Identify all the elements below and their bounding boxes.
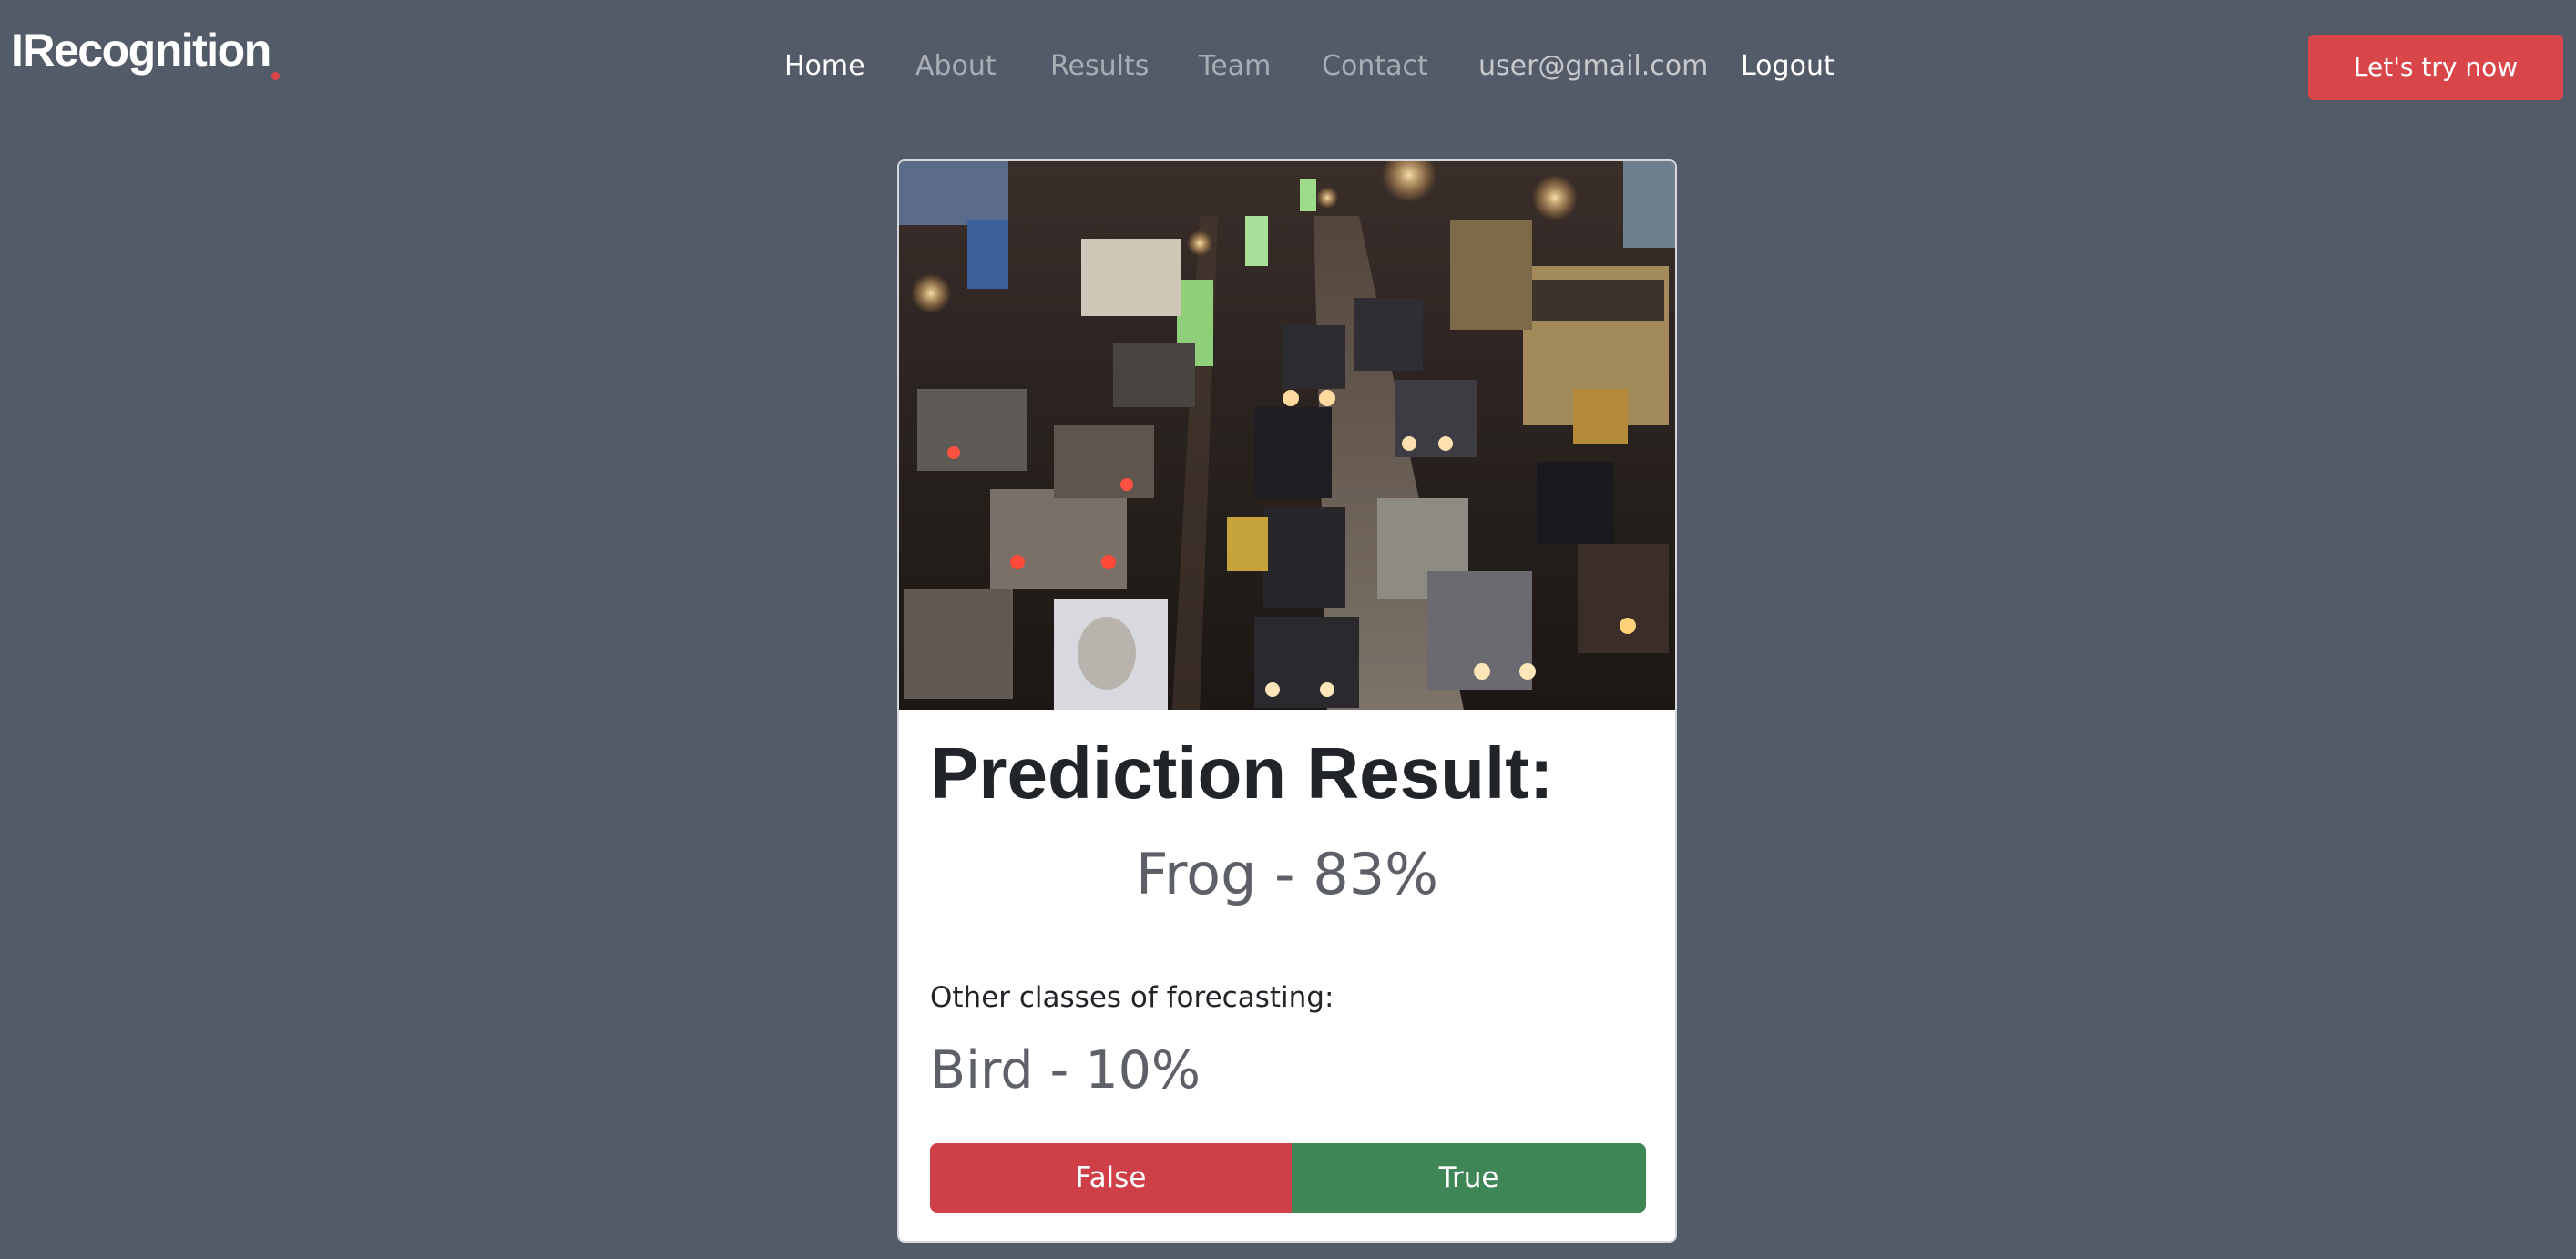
main-prediction: Frog - 83% — [1135, 841, 1439, 907]
other-classes-label: Other classes of forecasting: — [930, 981, 1334, 1014]
nav-user-email[interactable]: user@gmail.com — [1478, 44, 1708, 89]
nav-about[interactable]: About — [915, 44, 997, 89]
lets-try-now-button[interactable]: Let's try now — [2308, 35, 2563, 100]
feedback-button-group: False True — [930, 1143, 1646, 1213]
true-button[interactable]: True — [1292, 1143, 1646, 1213]
nav-contact[interactable]: Contact — [1322, 44, 1428, 89]
nav-logout[interactable]: Logout — [1741, 44, 1835, 89]
uploaded-image — [899, 161, 1675, 710]
other-prediction: Bird - 10% — [930, 1040, 1201, 1100]
prediction-result-title: Prediction Result: — [930, 732, 1554, 814]
nav-results[interactable]: Results — [1050, 44, 1149, 89]
logo-dot-icon — [271, 72, 280, 80]
nav-team[interactable]: Team — [1199, 44, 1271, 89]
brand-logo[interactable]: IRecognition — [11, 27, 271, 73]
false-button[interactable]: False — [930, 1143, 1292, 1213]
prediction-card: Prediction Result: Frog - 83% Other clas… — [897, 159, 1677, 1243]
nav-home[interactable]: Home — [784, 44, 865, 89]
